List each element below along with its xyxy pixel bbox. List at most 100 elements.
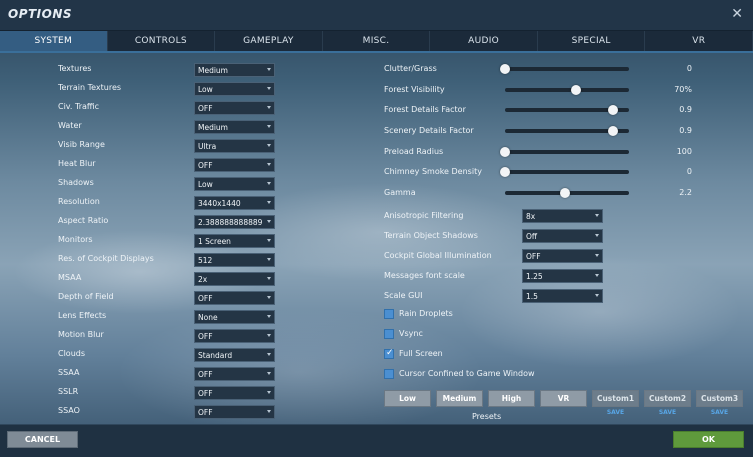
setting-water: Water Medium (58, 119, 276, 135)
resolution-dropdown[interactable]: 3440x1440 (194, 196, 275, 210)
chevron-down-icon (267, 239, 271, 242)
slider-knob[interactable] (607, 126, 618, 136)
chevron-down-icon (267, 201, 271, 204)
save-custom3-button[interactable]: SAVE (696, 409, 743, 416)
setting-civ-traffic: Civ. Traffic OFF (58, 100, 276, 116)
tab-system[interactable]: SYSTEM (0, 31, 108, 51)
chevron-down-icon (267, 391, 271, 394)
full-screen-checkbox[interactable] (384, 348, 394, 359)
dropdown-value: OFF (198, 370, 213, 379)
preset-custom3-button[interactable]: Custom3 (696, 390, 743, 407)
cursor-confined-checkbox[interactable] (384, 369, 394, 379)
preset-custom2-button[interactable]: Custom2 (644, 390, 691, 407)
chevron-down-icon (267, 258, 271, 261)
civ-traffic-dropdown[interactable]: OFF (194, 101, 275, 115)
scale-gui-dropdown[interactable]: 1.5 (522, 289, 603, 303)
slider-track[interactable] (500, 167, 629, 177)
shadows-dropdown[interactable]: Low (194, 177, 275, 191)
cockpit-displays-dropdown[interactable]: 512 (194, 253, 275, 267)
tab-gameplay[interactable]: GAMEPLAY (215, 31, 323, 51)
slider-knob[interactable] (500, 167, 510, 177)
slider-label: Gamma (384, 188, 416, 197)
slider-track[interactable] (505, 126, 629, 136)
ssao-dropdown[interactable]: OFF (194, 405, 275, 419)
setting-depth-of-field: Depth of Field OFF (58, 290, 276, 306)
tab-special[interactable]: SPECIAL (538, 31, 646, 51)
save-custom1-button[interactable]: SAVE (592, 409, 639, 416)
textures-dropdown[interactable]: Medium (194, 63, 275, 77)
tab-controls[interactable]: CONTROLS (108, 31, 216, 51)
slider-track[interactable] (505, 105, 629, 115)
slider-knob[interactable] (500, 147, 510, 157)
setting-scale-gui: Scale GUI 1.5 (384, 288, 604, 304)
setting-heat-blur: Heat Blur OFF (58, 157, 276, 173)
dropdown-value: OFF (198, 332, 213, 341)
anisotropic-filtering-dropdown[interactable]: 8x (522, 209, 603, 223)
rain-droplets-checkbox[interactable] (384, 309, 394, 319)
setting-motion-blur: Motion Blur OFF (58, 328, 276, 344)
checkbox-row-cursor-confined: Cursor Confined to Game Window (384, 369, 584, 383)
preset-high-button[interactable]: High (488, 390, 535, 407)
lens-effects-dropdown[interactable]: None (194, 310, 275, 324)
clouds-dropdown[interactable]: Standard (194, 348, 275, 362)
setting-terrain-textures: Terrain Textures Low (58, 81, 276, 97)
slider-preload-radius: Preload Radius 100 (384, 144, 694, 160)
checkbox-row-full-screen: Full Screen (384, 348, 584, 363)
ssaa-dropdown[interactable]: OFF (194, 367, 275, 381)
title-bar: OPTIONS ✕ (0, 0, 753, 30)
slider-knob[interactable] (500, 64, 510, 74)
setting-visib-range: Visib Range Ultra (58, 138, 276, 154)
heat-blur-dropdown[interactable]: OFF (194, 158, 275, 172)
tab-audio[interactable]: AUDIO (430, 31, 538, 51)
preset-custom1-button[interactable]: Custom1 (592, 390, 639, 407)
cancel-button[interactable]: CANCEL (7, 431, 78, 448)
setting-terrain-object-shadows: Terrain Object Shadows Off (384, 228, 604, 244)
slider-value: 2.2 (679, 188, 692, 197)
cockpit-global-illumination-dropdown[interactable]: OFF (522, 249, 603, 263)
chevron-down-icon (595, 294, 599, 297)
checkbox-label: Full Screen (399, 349, 443, 358)
chevron-down-icon (595, 254, 599, 257)
slider-knob[interactable] (607, 105, 618, 115)
ok-button[interactable]: OK (673, 431, 744, 448)
slider-track[interactable] (505, 85, 629, 95)
slider-track[interactable] (500, 147, 629, 157)
chevron-down-icon (267, 277, 271, 280)
monitors-dropdown[interactable]: 1 Screen (194, 234, 275, 248)
slider-knob[interactable] (559, 188, 570, 198)
close-icon[interactable]: ✕ (731, 6, 743, 22)
terrain-textures-dropdown[interactable]: Low (194, 82, 275, 96)
slider-knob[interactable] (570, 85, 581, 95)
water-dropdown[interactable]: Medium (194, 120, 275, 134)
slider-value: 70% (674, 85, 692, 94)
slider-track[interactable] (500, 64, 629, 74)
motion-blur-dropdown[interactable]: OFF (194, 329, 275, 343)
visib-range-dropdown[interactable]: Ultra (194, 139, 275, 153)
depth-of-field-dropdown[interactable]: OFF (194, 291, 275, 305)
dropdown-value: None (198, 313, 218, 322)
aspect-ratio-dropdown[interactable]: 2.388888888889 (194, 215, 275, 229)
dropdown-value: 2x (198, 275, 208, 284)
checkbox-label: Rain Droplets (399, 309, 453, 318)
setting-label: Clouds (58, 349, 86, 358)
setting-label: MSAA (58, 273, 82, 282)
terrain-object-shadows-dropdown[interactable]: Off (522, 229, 603, 243)
slider-track[interactable] (505, 188, 629, 198)
vsync-checkbox[interactable] (384, 329, 394, 339)
dropdown-value: 2.388888888889 (198, 218, 263, 227)
dropdown-value: OFF (198, 389, 213, 398)
chevron-down-icon (267, 106, 271, 109)
save-custom2-button[interactable]: SAVE (644, 409, 691, 416)
sslr-dropdown[interactable]: OFF (194, 386, 275, 400)
msaa-dropdown[interactable]: 2x (194, 272, 275, 286)
setting-label: Cockpit Global Illumination (384, 251, 492, 260)
tab-vr[interactable]: VR (645, 31, 753, 51)
tab-misc[interactable]: MISC. (323, 31, 431, 51)
preset-vr-button[interactable]: VR (540, 390, 587, 407)
preset-low-button[interactable]: Low (384, 390, 431, 407)
preset-medium-button[interactable]: Medium (436, 390, 483, 407)
chevron-down-icon (267, 353, 271, 356)
messages-font-scale-dropdown[interactable]: 1.25 (522, 269, 603, 283)
slider-value: 100 (676, 147, 692, 156)
dropdown-value: Medium (198, 66, 228, 75)
